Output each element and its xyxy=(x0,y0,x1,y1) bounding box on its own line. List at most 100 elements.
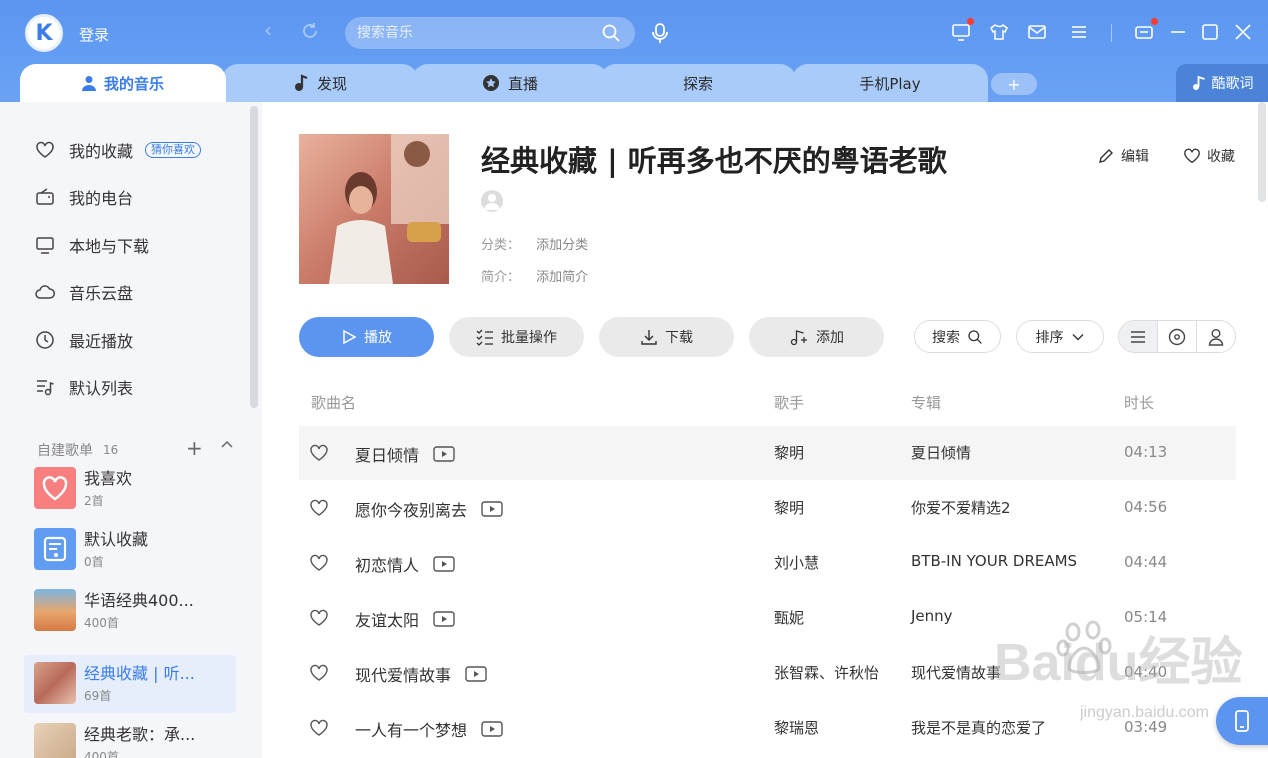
album-name[interactable]: 现代爱情故事 xyxy=(911,662,1001,683)
phone-icon xyxy=(1235,710,1249,732)
song-name[interactable]: 初恋情人 xyxy=(355,552,419,576)
playlist-title: 华语经典400... xyxy=(84,591,194,610)
refresh-icon[interactable] xyxy=(300,21,320,41)
like-heart-icon[interactable] xyxy=(309,553,329,573)
sidebar-item-favorites[interactable]: 我的收藏 猜你喜欢 xyxy=(35,138,202,162)
artist-name[interactable]: 刘小慧 xyxy=(774,552,819,573)
song-name[interactable]: 一人有一个梦想 xyxy=(355,717,467,741)
search-icon[interactable] xyxy=(601,23,621,43)
mv-icon[interactable] xyxy=(433,611,455,627)
play-all-button[interactable]: 播放 xyxy=(299,317,434,357)
song-name[interactable]: 现代爱情故事 xyxy=(355,662,451,686)
playlist-cover-image[interactable] xyxy=(299,134,449,284)
song-name[interactable]: 夏日倾情 xyxy=(355,442,419,466)
favorite-button[interactable]: 收藏 xyxy=(1183,146,1235,166)
sidebar-item-local[interactable]: 本地与下载 xyxy=(35,233,149,257)
song-name[interactable]: 友谊太阳 xyxy=(355,607,419,631)
download-button[interactable]: 下载 xyxy=(599,317,734,357)
skin-icon[interactable] xyxy=(989,22,1009,42)
song-row[interactable]: 愿你今夜别离去 黎明 你爱不爱精选2 04:56 xyxy=(299,481,1236,535)
song-row[interactable]: 夏日倾情 黎明 夏日倾情 04:13 xyxy=(299,426,1236,480)
mv-icon[interactable] xyxy=(433,446,455,462)
batch-operation-button[interactable]: 批量操作 xyxy=(449,317,584,357)
search-box[interactable] xyxy=(345,17,635,49)
add-tab-button[interactable]: + xyxy=(991,73,1037,95)
album-name[interactable]: BTB-IN YOUR DREAMS xyxy=(911,552,1077,570)
album-name[interactable]: 夏日倾情 xyxy=(911,442,971,463)
tab-discover[interactable]: 发现 xyxy=(222,64,418,102)
artist-name[interactable]: 张智霖、许秋怡 xyxy=(774,662,879,683)
playlist-item[interactable]: 默认收藏 0首 xyxy=(24,521,236,579)
download-icon xyxy=(641,330,657,345)
lyrics-button[interactable]: 酷歌词 xyxy=(1176,64,1268,102)
like-heart-icon[interactable] xyxy=(309,443,329,463)
mv-icon[interactable] xyxy=(465,666,487,682)
playlist-item[interactable]: 华语经典400... 400首 xyxy=(24,582,236,640)
main-scrollbar[interactable] xyxy=(1258,102,1266,202)
minimize-icon[interactable] xyxy=(1168,22,1188,42)
menu-icon[interactable] xyxy=(1069,22,1089,42)
like-heart-icon[interactable] xyxy=(309,663,329,683)
voice-search-icon[interactable] xyxy=(650,22,670,44)
add-intro-link[interactable]: 添加简介 xyxy=(536,270,588,285)
tab-live[interactable]: 直播 xyxy=(412,64,608,102)
edit-button[interactable]: 编辑 xyxy=(1097,146,1149,166)
sidebar-item-default-list[interactable]: 默认列表 xyxy=(35,375,133,399)
mv-icon[interactable] xyxy=(481,501,503,517)
sort-dropdown[interactable]: 排序 xyxy=(1016,320,1104,353)
playlist-item-active[interactable]: 经典收藏 | 听... 69首 xyxy=(24,655,236,713)
song-name[interactable]: 愿你今夜别离去 xyxy=(355,497,467,521)
maximize-icon[interactable] xyxy=(1200,22,1220,42)
sidebar-item-recent[interactable]: 最近播放 xyxy=(35,328,133,352)
album-name[interactable]: 我是不是真的恋爱了 xyxy=(911,717,1046,738)
create-playlist-button[interactable]: + xyxy=(186,436,203,460)
playlist-item[interactable]: 经典老歌：承... 400首 xyxy=(24,716,236,758)
monitor-icon[interactable] xyxy=(951,22,971,42)
playlist-count: 400首 xyxy=(84,750,119,758)
search-input[interactable] xyxy=(357,25,587,41)
creator-avatar[interactable] xyxy=(481,190,503,212)
song-row[interactable]: 初恋情人 刘小慧 BTB-IN YOUR DREAMS 04:44 xyxy=(299,536,1236,590)
tab-mobile-play[interactable]: 手机Play xyxy=(792,64,988,102)
person-icon xyxy=(1208,328,1224,346)
column-header-duration[interactable]: 时长 xyxy=(1124,392,1154,413)
tab-explore[interactable]: 探索 xyxy=(600,64,796,102)
column-header-album[interactable]: 专辑 xyxy=(911,392,941,413)
collapse-icon[interactable] xyxy=(219,436,235,452)
album-view-button[interactable] xyxy=(1157,321,1197,352)
search-in-list-button[interactable]: 搜索 xyxy=(914,320,1001,353)
like-heart-icon[interactable] xyxy=(309,718,329,738)
mv-icon[interactable] xyxy=(481,721,503,737)
artist-name[interactable]: 黎明 xyxy=(774,497,804,518)
back-arrow-icon[interactable]: ‹ xyxy=(264,20,272,40)
login-button[interactable]: 登录 xyxy=(79,24,109,45)
add-category-link[interactable]: 添加分类 xyxy=(536,238,588,253)
artist-name[interactable]: 甄妮 xyxy=(774,607,804,628)
artist-name[interactable]: 黎瑞恩 xyxy=(774,717,819,738)
artist-name[interactable]: 黎明 xyxy=(774,442,804,463)
search-icon xyxy=(968,329,982,344)
close-icon[interactable] xyxy=(1233,22,1253,42)
column-header-name[interactable]: 歌曲名 xyxy=(311,392,356,413)
sidebar-scrollbar[interactable] xyxy=(250,106,258,408)
add-button[interactable]: 添加 xyxy=(749,317,884,357)
tab-my-music[interactable]: 我的音乐 xyxy=(20,64,226,102)
app-logo[interactable]: K xyxy=(25,14,63,52)
column-header-artist[interactable]: 歌手 xyxy=(774,392,804,413)
mini-mode-icon[interactable] xyxy=(1134,22,1154,42)
album-name[interactable]: 你爱不爱精选2 xyxy=(911,497,1011,518)
playlists-header: 自建歌单 16 xyxy=(37,440,118,460)
phone-connect-button[interactable] xyxy=(1216,697,1268,745)
like-heart-icon[interactable] xyxy=(309,608,329,628)
like-heart-icon[interactable] xyxy=(309,498,329,518)
artist-view-button[interactable] xyxy=(1197,321,1235,352)
mv-icon[interactable] xyxy=(433,556,455,572)
sidebar-item-cloud[interactable]: 音乐云盘 xyxy=(35,280,133,304)
album-name[interactable]: Jenny xyxy=(911,607,953,625)
playlist-item[interactable]: 我喜欢 2首 xyxy=(24,460,236,518)
guess-you-like-badge[interactable]: 猜你喜欢 xyxy=(145,142,202,158)
sidebar-item-radio[interactable]: 我的电台 xyxy=(35,185,133,209)
list-view-button[interactable] xyxy=(1119,321,1157,352)
album-cover-image xyxy=(34,662,76,704)
mail-icon[interactable] xyxy=(1027,22,1047,42)
